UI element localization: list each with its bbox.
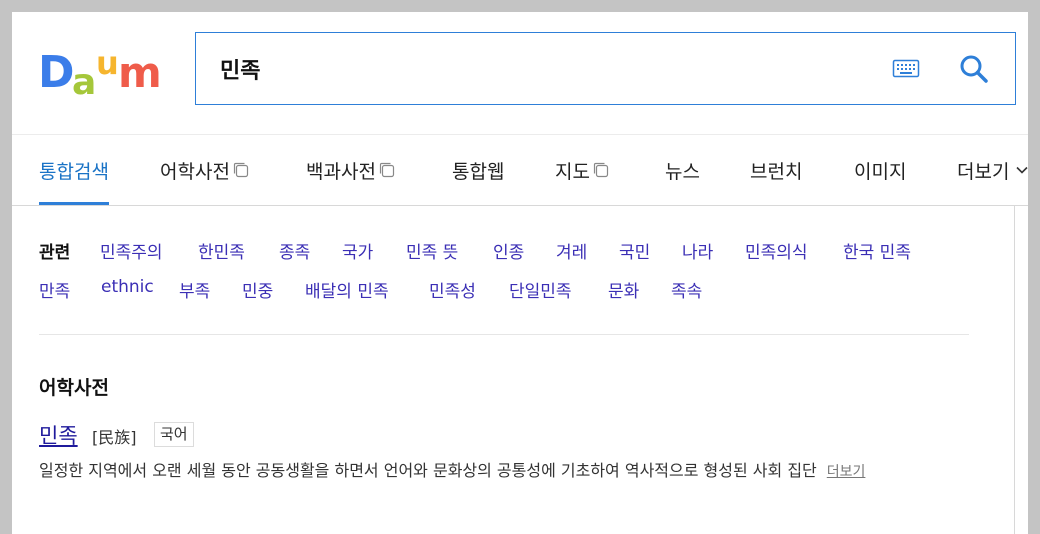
dictionary-language-badge: 국어: [154, 422, 194, 447]
tab-label: 통합웹: [452, 160, 505, 183]
logo-letter-u: u: [96, 44, 119, 82]
daum-logo[interactable]: D a u m: [38, 42, 168, 98]
logo-letter-d: D: [38, 47, 75, 98]
tab-encyclopedia[interactable]: 백과사전: [306, 135, 395, 205]
definition-text: 일정한 지역에서 오랜 세월 동안 공동생활을 하면서 언어와 문화상의 공통성…: [39, 461, 817, 480]
tab-label: 통합검색: [39, 160, 109, 183]
related-link[interactable]: ethnic: [101, 277, 154, 297]
related-link[interactable]: 민족의식: [745, 238, 808, 263]
tab-map[interactable]: 지도: [555, 135, 609, 205]
search-box: [195, 32, 1016, 105]
related-link[interactable]: 한국 민족: [843, 238, 911, 263]
new-window-icon[interactable]: [593, 162, 609, 178]
new-window-icon[interactable]: [379, 162, 395, 178]
logo-letter-a: a: [72, 62, 96, 98]
related-link[interactable]: 민족주의: [100, 238, 163, 263]
related-link[interactable]: 겨레: [556, 238, 587, 263]
related-link[interactable]: 민족성: [429, 277, 476, 302]
related-link[interactable]: 인종: [493, 238, 524, 263]
related-link[interactable]: 족속: [671, 277, 702, 302]
related-label: 관련: [39, 243, 71, 263]
related-link[interactable]: 부족: [179, 277, 210, 302]
keyboard-icon[interactable]: [892, 57, 920, 81]
search-icon[interactable]: [958, 53, 990, 85]
tab-label: 어학사전: [160, 160, 230, 183]
browser-page: D a u m 통합검색 어학사전 백과: [12, 12, 1028, 534]
related-link[interactable]: 만족: [39, 277, 70, 302]
related-link[interactable]: 한민족: [198, 238, 245, 263]
related-link[interactable]: 민족 뜻: [406, 238, 458, 263]
tab-integrated-web[interactable]: 통합웹: [452, 135, 504, 205]
tab-news[interactable]: 뉴스: [665, 135, 700, 205]
more-link[interactable]: 더보기: [827, 464, 866, 480]
section-divider: [39, 334, 969, 335]
chevron-down-icon: [1016, 166, 1028, 174]
tab-brunch[interactable]: 브런치: [750, 135, 802, 205]
content-right-border: [1014, 206, 1015, 534]
dictionary-entry-word[interactable]: 민족: [39, 420, 78, 450]
tab-label: 지도: [555, 160, 590, 183]
related-link[interactable]: 문화: [608, 277, 639, 302]
tab-label: 뉴스: [665, 160, 700, 183]
related-link[interactable]: 종족: [279, 238, 310, 263]
related-link[interactable]: 단일민족: [509, 277, 572, 302]
tabs-divider: [12, 205, 1028, 206]
tab-language-dictionary[interactable]: 어학사전: [160, 135, 249, 205]
dictionary-section-title: 어학사전: [39, 377, 109, 399]
dictionary-definition: 일정한 지역에서 오랜 세월 동안 공동생활을 하면서 언어와 문화상의 공통성…: [39, 457, 969, 486]
dictionary-entry-hanja: [民族]: [92, 428, 137, 447]
new-window-icon[interactable]: [233, 162, 249, 178]
related-link[interactable]: 나라: [682, 238, 713, 263]
tab-label: 이미지: [854, 160, 907, 183]
search-input[interactable]: [220, 49, 840, 89]
tab-label: 백과사전: [306, 160, 376, 183]
related-link[interactable]: 배달의 민족: [305, 277, 389, 302]
tab-more[interactable]: 더보기: [957, 135, 1028, 205]
related-link[interactable]: 민중: [242, 277, 273, 302]
tab-label: 더보기: [957, 160, 1010, 183]
search-tabs: 통합검색 어학사전 백과사전 통합웹 지도 뉴스 브런치 이미지 더보기: [12, 135, 1028, 205]
related-link[interactable]: 국가: [342, 238, 373, 263]
tab-images[interactable]: 이미지: [854, 135, 906, 205]
tab-integrated-search[interactable]: 통합검색: [39, 135, 109, 205]
related-link[interactable]: 국민: [619, 238, 650, 263]
tab-label: 브런치: [750, 160, 803, 183]
logo-letter-m: m: [118, 48, 162, 97]
